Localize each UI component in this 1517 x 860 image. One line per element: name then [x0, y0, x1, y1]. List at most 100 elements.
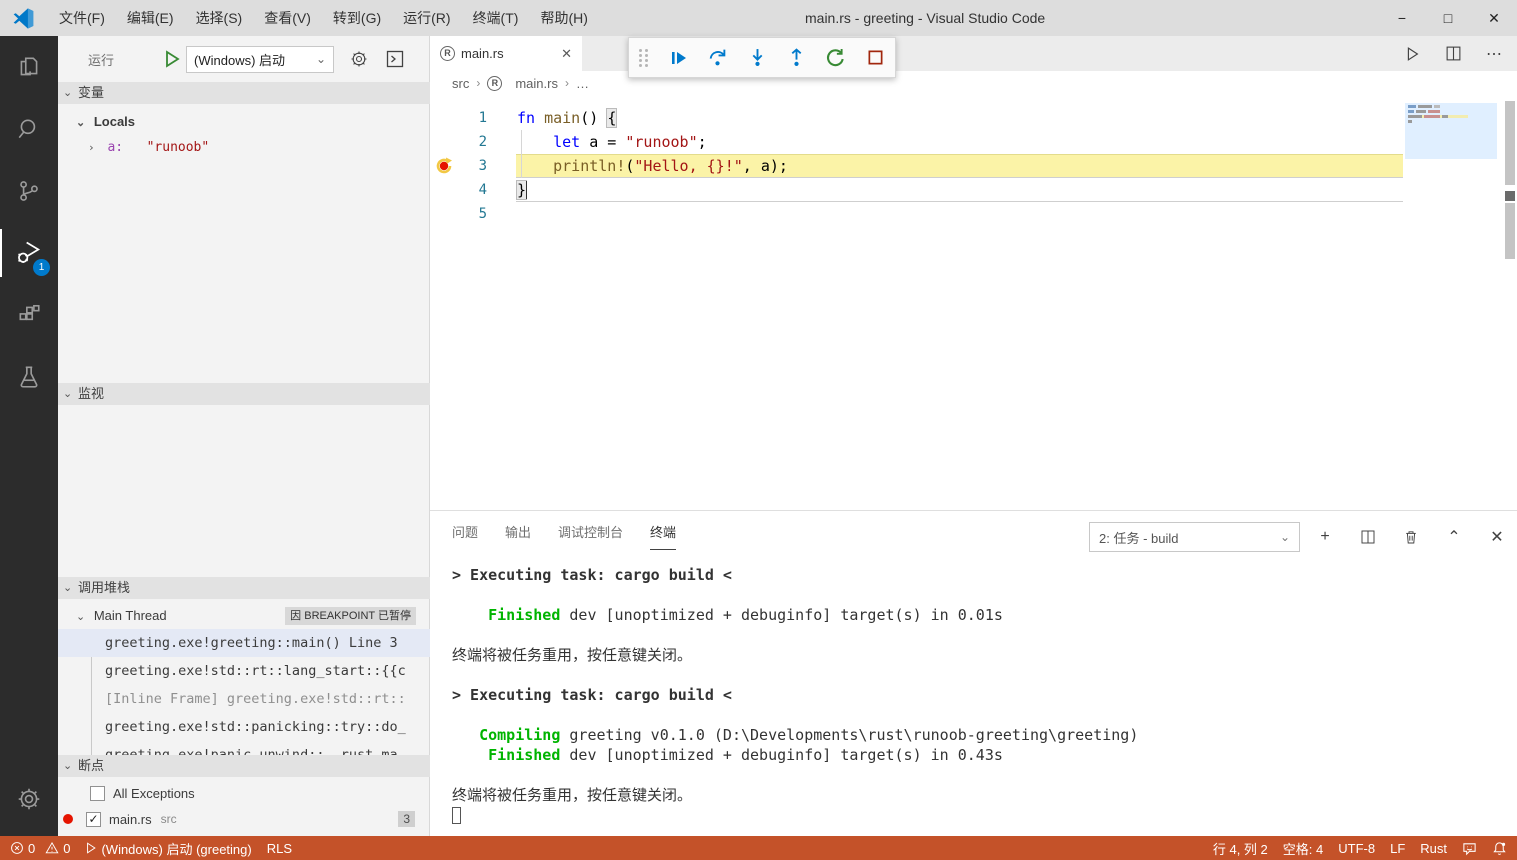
terminal-output[interactable]: > Executing task: cargo build < Finished…: [452, 565, 1492, 824]
terminal-line: [452, 765, 1492, 785]
close-button[interactable]: ✕: [1471, 0, 1517, 36]
breakpoint-row[interactable]: All Exceptions: [58, 780, 430, 806]
debug-settings-button[interactable]: [348, 48, 370, 70]
locals-scope-row[interactable]: ⌄ Locals: [58, 110, 430, 134]
debug-launch-status[interactable]: (Windows) 启动 (greeting): [85, 839, 251, 858]
menu-item-7[interactable]: 帮助(H): [529, 0, 598, 36]
editor-scrollbar[interactable]: [1503, 95, 1517, 510]
code-token: a =: [580, 133, 625, 151]
stop-button[interactable]: [866, 48, 885, 68]
menu-item-6[interactable]: 终端(T): [462, 0, 530, 36]
debug-config-select[interactable]: (Windows) 启动 ⌄: [186, 46, 334, 73]
code-token: {: [607, 109, 616, 127]
terminal-line: [452, 705, 1492, 725]
stack-frame-row[interactable]: greeting.exe!panic_unwind::__rust_ma: [58, 741, 430, 755]
breakpoint-count-badge: 3: [398, 811, 415, 827]
breadcrumb-file[interactable]: main.rs: [515, 76, 558, 91]
breakpoint-row[interactable]: ✓main.rssrc3: [58, 806, 430, 832]
menu-item-0[interactable]: 文件(F): [48, 0, 116, 36]
line-number: 4: [430, 178, 487, 202]
activity-settings[interactable]: [0, 768, 58, 830]
scrollbar-thumb[interactable]: [1505, 101, 1515, 185]
activity-extensions[interactable]: [0, 284, 58, 346]
kill-terminal-button[interactable]: [1402, 528, 1420, 546]
start-debug-button[interactable]: [162, 49, 182, 69]
breakpoint-current-icon[interactable]: [436, 157, 454, 175]
language-status[interactable]: Rust: [1420, 841, 1447, 856]
variable-row[interactable]: › a: "runoob": [58, 136, 430, 160]
stack-frame-row[interactable]: [Inline Frame] greeting.exe!std::rt::: [58, 685, 430, 713]
activity-test[interactable]: [0, 346, 58, 408]
cursor-position-status[interactable]: 行 4, 列 2: [1213, 839, 1268, 858]
terminal-select[interactable]: 2: 任务 - build ⌄: [1089, 522, 1300, 552]
maximize-button[interactable]: □: [1425, 0, 1471, 36]
indentation-status[interactable]: 空格: 4: [1283, 839, 1323, 858]
thread-row[interactable]: ⌄ Main Thread 因 BREAKPOINT 已暂停: [58, 603, 430, 629]
panel-tabs: 问题输出调试控制台终端: [452, 519, 676, 550]
chevron-down-icon: ⌄: [316, 52, 326, 66]
panel-tab-终端[interactable]: 终端: [650, 519, 676, 550]
menu-item-3[interactable]: 查看(V): [253, 0, 322, 36]
code-token: [517, 133, 553, 151]
minimap[interactable]: [1405, 101, 1497, 504]
step-into-button[interactable]: [748, 48, 767, 68]
section-variables[interactable]: ⌄ 变量: [58, 82, 430, 104]
new-terminal-button[interactable]: +: [1316, 528, 1334, 546]
step-over-button[interactable]: [708, 48, 727, 68]
activity-run-debug[interactable]: 1: [0, 222, 58, 284]
section-callstack[interactable]: ⌄ 调用堆栈: [58, 577, 430, 599]
activity-source-control[interactable]: [0, 160, 58, 222]
rls-status[interactable]: RLS: [267, 841, 292, 856]
breakpoint-checkbox[interactable]: ✓: [86, 812, 101, 827]
restart-button[interactable]: [826, 48, 845, 68]
drag-handle-icon[interactable]: [639, 49, 649, 67]
split-terminal-button[interactable]: [1359, 528, 1377, 546]
stack-frame-row[interactable]: greeting.exe!std::panicking::try::do_: [58, 713, 430, 741]
code-token: , a);: [743, 157, 788, 175]
terminal-line: [452, 665, 1492, 685]
breakpoint-checkbox[interactable]: [90, 786, 105, 801]
panel-tab-调试控制台[interactable]: 调试控制台: [558, 519, 623, 550]
debug-toolbar-row: 运行 (Windows) 启动 ⌄: [58, 36, 429, 82]
code-token: println!: [553, 157, 625, 175]
menu-item-2[interactable]: 选择(S): [185, 0, 254, 36]
vscode-logo-icon: [13, 8, 34, 29]
panel-tab-输出[interactable]: 输出: [505, 519, 531, 550]
section-breakpoints[interactable]: ⌄ 断点: [58, 755, 430, 777]
code-token: }: [517, 181, 526, 199]
close-panel-button[interactable]: ✕: [1488, 528, 1506, 546]
split-editor-icon[interactable]: [1445, 45, 1462, 62]
chevron-right-icon: ›: [565, 76, 569, 90]
stack-frame-row[interactable]: greeting.exe!greeting::main() Line 3: [58, 629, 430, 657]
rust-file-icon: R: [440, 46, 455, 61]
menu-item-5[interactable]: 运行(R): [392, 0, 461, 36]
breadcrumb-src[interactable]: src: [452, 76, 469, 91]
step-out-button[interactable]: [787, 48, 806, 68]
breadcrumb-symbol[interactable]: …: [576, 76, 589, 91]
open-debug-console-button[interactable]: [384, 48, 406, 70]
code-editor[interactable]: 12345 fn main() { let a = "runoob"; prin…: [430, 95, 1517, 510]
feedback-button[interactable]: [1462, 841, 1477, 856]
menu-item-1[interactable]: 编辑(E): [116, 0, 185, 36]
minimize-button[interactable]: −: [1379, 0, 1425, 36]
notifications-button[interactable]: [1492, 841, 1507, 856]
stack-frame-row[interactable]: greeting.exe!std::rt::lang_start::{{c: [58, 657, 430, 685]
code-line: let a = "runoob";: [517, 130, 788, 154]
run-icon[interactable]: [1403, 45, 1421, 63]
breakpoint-label: All Exceptions: [113, 786, 195, 801]
chevron-down-icon: ⌄: [63, 82, 72, 104]
menu-item-4[interactable]: 转到(G): [322, 0, 392, 36]
activity-search[interactable]: [0, 98, 58, 160]
section-watch[interactable]: ⌄ 监视: [58, 383, 430, 405]
tab-close-icon[interactable]: ✕: [561, 46, 572, 62]
panel-tab-问题[interactable]: 问题: [452, 519, 478, 550]
tab-main-rs[interactable]: R main.rs ✕: [430, 36, 582, 71]
eol-status[interactable]: LF: [1390, 841, 1405, 856]
continue-button[interactable]: [669, 48, 688, 68]
problems-status[interactable]: 0 0: [10, 841, 70, 856]
maximize-panel-button[interactable]: ⌃: [1445, 528, 1463, 546]
encoding-status[interactable]: UTF-8: [1338, 841, 1375, 856]
more-actions-icon[interactable]: ⋯: [1486, 44, 1503, 64]
scrollbar-thumb[interactable]: [1505, 203, 1515, 259]
activity-explorer[interactable]: [0, 36, 58, 98]
